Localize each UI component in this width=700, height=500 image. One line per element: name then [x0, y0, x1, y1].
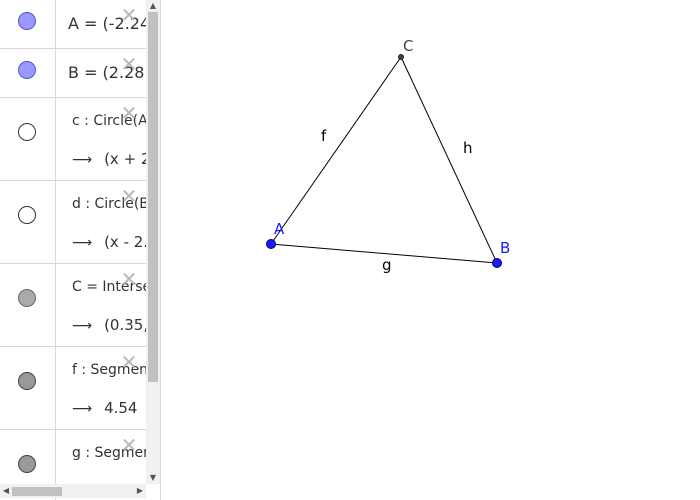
- delete-icon[interactable]: ✕: [120, 103, 138, 123]
- visibility-toggle-icon[interactable]: [18, 12, 36, 30]
- marble-cell: [0, 98, 56, 180]
- object-output: ⟶ (x + 2.: [72, 150, 146, 168]
- point-label-c: C: [403, 37, 413, 55]
- algebra-row-circle-c[interactable]: c : Circle(A ⟶(x + 2. ✕: [0, 98, 146, 181]
- object-output: ⟶ 4.54: [72, 399, 137, 417]
- horizontal-scrollbar[interactable]: ◀ ▶: [0, 484, 146, 498]
- algebra-rows: A = (-2.24 ✕ B = (2.28 ✕ c : Circle(A ⟶(…: [0, 0, 146, 500]
- algebra-row-point-c[interactable]: C = Intersec ⟶(0.35, ✕: [0, 264, 146, 347]
- scroll-up-icon[interactable]: ▲: [146, 0, 160, 12]
- visibility-toggle-icon[interactable]: [18, 123, 36, 141]
- marble-cell: [0, 181, 56, 263]
- scroll-down-icon[interactable]: ▼: [146, 472, 160, 484]
- point-c[interactable]: [398, 54, 404, 60]
- delete-icon[interactable]: ✕: [120, 186, 138, 206]
- vertical-scrollbar[interactable]: ▲ ▼: [146, 0, 160, 484]
- output-arrow-icon: ⟶: [72, 318, 93, 334]
- output-value: 4.54: [104, 399, 138, 417]
- visibility-toggle-icon[interactable]: [18, 455, 36, 473]
- delete-icon[interactable]: ✕: [120, 269, 138, 289]
- output-arrow-icon: ⟶: [72, 235, 93, 251]
- point-a[interactable]: [266, 239, 276, 249]
- point-b[interactable]: [492, 258, 502, 268]
- object-output: ⟶ (0.35,: [72, 316, 146, 334]
- visibility-toggle-icon[interactable]: [18, 372, 36, 390]
- visibility-toggle-icon[interactable]: [18, 61, 36, 79]
- scroll-right-icon[interactable]: ▶: [134, 484, 146, 498]
- object-output: ⟶ (x - 2.2: [72, 233, 146, 251]
- algebra-row-point-b[interactable]: B = (2.28 ✕: [0, 49, 146, 98]
- graphics-canvas[interactable]: f g h A B C: [161, 0, 700, 500]
- algebra-row-circle-d[interactable]: d : Circle(B ⟶(x - 2.2 ✕: [0, 181, 146, 264]
- output-value: (x + 2.: [104, 150, 146, 168]
- marble-cell: [0, 264, 56, 346]
- marble-cell: [0, 49, 56, 97]
- delete-icon[interactable]: ✕: [120, 352, 138, 372]
- delete-icon[interactable]: ✕: [120, 54, 138, 74]
- visibility-toggle-icon[interactable]: [18, 289, 36, 307]
- output-arrow-icon: ⟶: [72, 401, 93, 417]
- algebra-view[interactable]: A = (-2.24 ✕ B = (2.28 ✕ c : Circle(A ⟶(…: [0, 0, 161, 500]
- delete-icon[interactable]: ✕: [120, 5, 138, 25]
- output-value: (x - 2.2: [104, 233, 146, 251]
- point-label-a: A: [274, 220, 285, 238]
- segment-f[interactable]: [270, 56, 402, 245]
- marble-cell: [0, 0, 56, 48]
- segment-label-h: h: [463, 139, 473, 157]
- scroll-left-icon[interactable]: ◀: [0, 484, 12, 498]
- output-arrow-icon: ⟶: [72, 152, 93, 168]
- output-value: (0.35,: [104, 316, 146, 334]
- algebra-row-point-a[interactable]: A = (-2.24 ✕: [0, 0, 146, 49]
- horizontal-scroll-thumb[interactable]: [12, 487, 62, 496]
- graphics-view[interactable]: f g h A B C: [161, 0, 700, 500]
- delete-icon[interactable]: ✕: [120, 435, 138, 455]
- visibility-toggle-icon[interactable]: [18, 206, 36, 224]
- segment-label-g: g: [382, 256, 392, 274]
- segment-h[interactable]: [400, 56, 498, 264]
- algebra-row-segment-f[interactable]: f : Segmen ⟶ 4.54 ✕: [0, 347, 146, 430]
- segment-label-f: f: [321, 127, 327, 145]
- vertical-scroll-thumb[interactable]: [148, 12, 158, 382]
- geogebra-app: A = (-2.24 ✕ B = (2.28 ✕ c : Circle(A ⟶(…: [0, 0, 700, 500]
- point-label-b: B: [500, 239, 510, 257]
- marble-cell: [0, 347, 56, 429]
